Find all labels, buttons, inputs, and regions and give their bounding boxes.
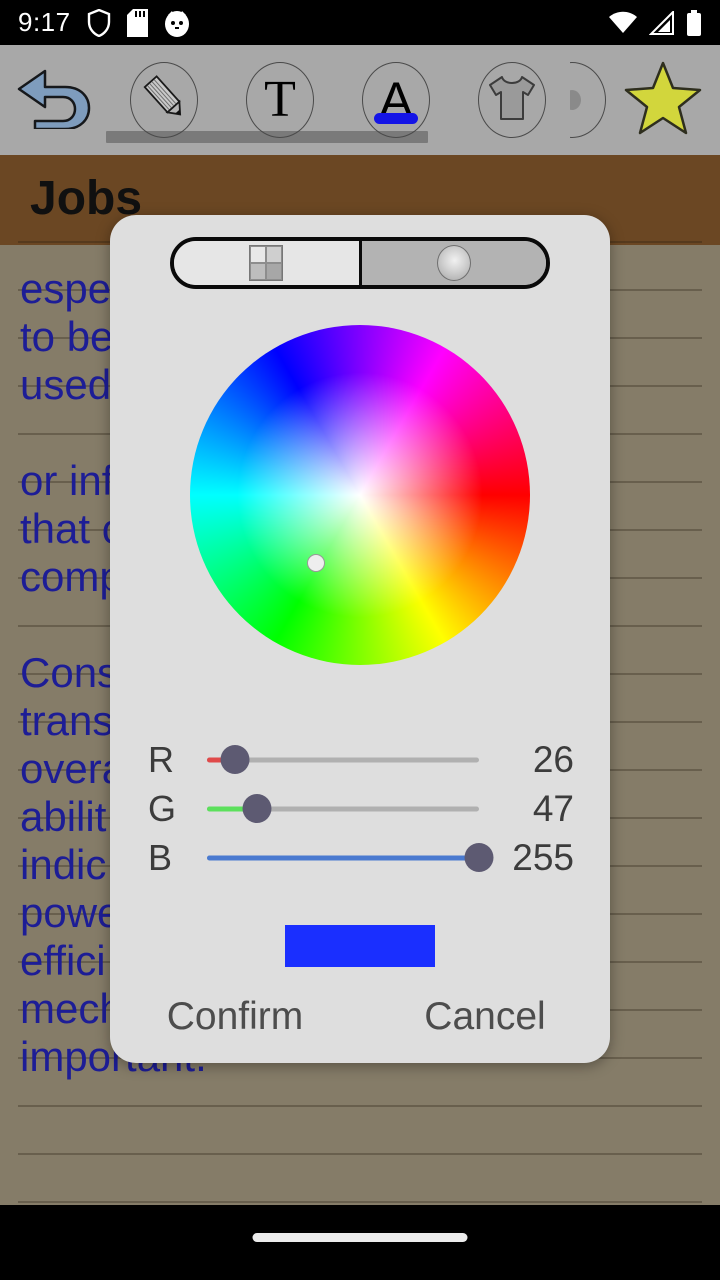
slider-value: 255 xyxy=(512,836,574,878)
status-bar-left: 9:17 xyxy=(18,7,190,38)
current-color-underline xyxy=(374,113,418,124)
confirm-button[interactable]: Confirm xyxy=(110,995,360,1039)
wifi-icon xyxy=(608,11,638,35)
color-wheel-tab[interactable] xyxy=(361,241,546,285)
pencil-tool-circle xyxy=(130,62,198,138)
color-wheel-handle[interactable] xyxy=(306,554,325,572)
slider-track[interactable] xyxy=(207,794,479,823)
text-tool-button[interactable]: T xyxy=(222,62,338,138)
partial-tool-button[interactable] xyxy=(570,62,608,138)
color-preview-swatch xyxy=(285,925,435,967)
system-nav-bar xyxy=(0,1205,720,1280)
slider-value: 47 xyxy=(532,787,574,829)
color-picker-dialog: R 26 G 47 B 255 Confirm Cancel xyxy=(110,215,610,1063)
shield-icon xyxy=(87,8,111,37)
shirt-tool-button[interactable] xyxy=(454,62,570,138)
sd-card-icon xyxy=(126,8,148,37)
status-bar-right xyxy=(608,9,702,36)
slider-track[interactable] xyxy=(207,745,479,774)
cellular-signal-icon xyxy=(648,9,675,35)
paper-rule xyxy=(18,1153,702,1155)
circle-dot-icon xyxy=(570,62,606,138)
color-wheel[interactable] xyxy=(190,325,530,665)
battery-icon xyxy=(686,9,702,36)
cancel-button[interactable]: Cancel xyxy=(360,995,610,1039)
slider-row-r[interactable]: R 26 xyxy=(110,735,610,784)
pencil-icon xyxy=(135,69,193,132)
shirt-tool-circle xyxy=(478,62,546,138)
slider-row-g[interactable]: G 47 xyxy=(110,784,610,833)
pencil-tool-button[interactable] xyxy=(106,62,222,138)
rgb-sliders: R 26 G 47 B 255 xyxy=(110,735,610,882)
slider-fill xyxy=(207,855,479,860)
grid-icon xyxy=(249,245,284,281)
paper-rule xyxy=(18,1201,702,1203)
circle-icon xyxy=(436,245,471,281)
text-t-icon: T xyxy=(264,71,296,128)
font-color-circle: A xyxy=(362,62,430,138)
undo-arrow-icon xyxy=(15,67,91,134)
slider-thumb[interactable] xyxy=(242,794,272,823)
slider-label: G xyxy=(148,787,177,829)
undo-button[interactable] xyxy=(0,67,106,134)
phone-screen: 9:17 T A Jobs espe to be nd used or inf … xyxy=(0,0,720,1280)
slider-value: 26 xyxy=(532,738,574,780)
slider-track[interactable] xyxy=(207,843,494,872)
slider-thumb[interactable] xyxy=(220,745,250,774)
picker-mode-segmented-control[interactable] xyxy=(170,237,550,289)
palette-grid-tab[interactable] xyxy=(174,241,362,285)
star-icon xyxy=(623,60,703,141)
cat-app-icon xyxy=(164,9,190,37)
favorite-button[interactable] xyxy=(608,60,718,141)
slider-thumb[interactable] xyxy=(464,843,494,872)
color-wheel-area xyxy=(110,325,610,675)
status-clock: 9:17 xyxy=(18,7,71,37)
slider-row-b[interactable]: B 255 xyxy=(110,833,610,882)
slider-label: B xyxy=(148,836,173,878)
status-bar: 9:17 xyxy=(0,0,720,45)
shirt-icon xyxy=(484,73,540,128)
editor-toolbar: T A xyxy=(0,45,720,155)
text-tool-circle: T xyxy=(246,62,314,138)
paper-rule xyxy=(18,1105,702,1107)
font-color-button[interactable]: A xyxy=(338,62,454,138)
home-indicator[interactable] xyxy=(252,1233,468,1242)
slider-label: R xyxy=(148,738,174,780)
dialog-buttons: Confirm Cancel xyxy=(110,995,610,1039)
